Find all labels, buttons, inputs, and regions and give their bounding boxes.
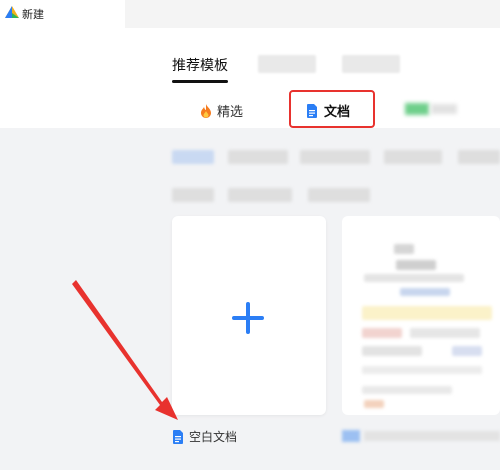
filter-chip[interactable] — [172, 150, 214, 164]
template-preview-block — [362, 306, 492, 320]
tab-blurred-2[interactable] — [342, 55, 400, 73]
template-preview-block — [362, 366, 482, 374]
template-preview-block — [364, 274, 464, 282]
template-preview-block — [410, 328, 480, 338]
title-bar-blurred-area — [125, 0, 500, 28]
fire-icon — [201, 103, 211, 118]
template-caption-blurred[interactable] — [342, 428, 500, 444]
template-preview-block — [362, 328, 402, 338]
template-preview-block — [400, 288, 450, 296]
tab-blurred-1[interactable] — [258, 55, 316, 73]
category-featured-label: 精选 — [217, 105, 244, 120]
category-doc-label: 文档 — [324, 105, 351, 120]
template-preview-block — [452, 346, 482, 356]
doc-icon — [307, 103, 317, 118]
category-featured[interactable]: 精选 — [200, 101, 243, 120]
doc-icon — [173, 429, 183, 444]
filter-chip[interactable] — [228, 150, 288, 164]
template-preview-block — [362, 346, 422, 356]
template-preview-block — [362, 386, 452, 394]
template-preview-block — [364, 400, 384, 408]
template-preview-block — [394, 244, 414, 254]
category-blurred[interactable] — [405, 103, 457, 115]
template-preview-block — [396, 260, 436, 270]
active-tab-indicator — [172, 80, 228, 83]
filter-chip[interactable] — [300, 150, 370, 164]
filter-chip[interactable] — [228, 188, 292, 202]
filter-chip[interactable] — [172, 188, 214, 202]
filter-chip[interactable] — [384, 150, 442, 164]
blank-doc-caption[interactable]: 空白文档 — [172, 428, 237, 445]
app-logo-icon — [5, 6, 19, 18]
template-card[interactable] — [342, 216, 500, 415]
window-title: 新建 — [22, 8, 44, 21]
category-doc[interactable]: 文档 — [306, 101, 350, 120]
tab-recommend-templates[interactable]: 推荐模板 — [172, 55, 228, 75]
filter-chip[interactable] — [308, 188, 370, 202]
filter-chip[interactable] — [458, 150, 500, 164]
plus-icon — [232, 302, 264, 334]
blank-doc-label: 空白文档 — [189, 430, 238, 444]
